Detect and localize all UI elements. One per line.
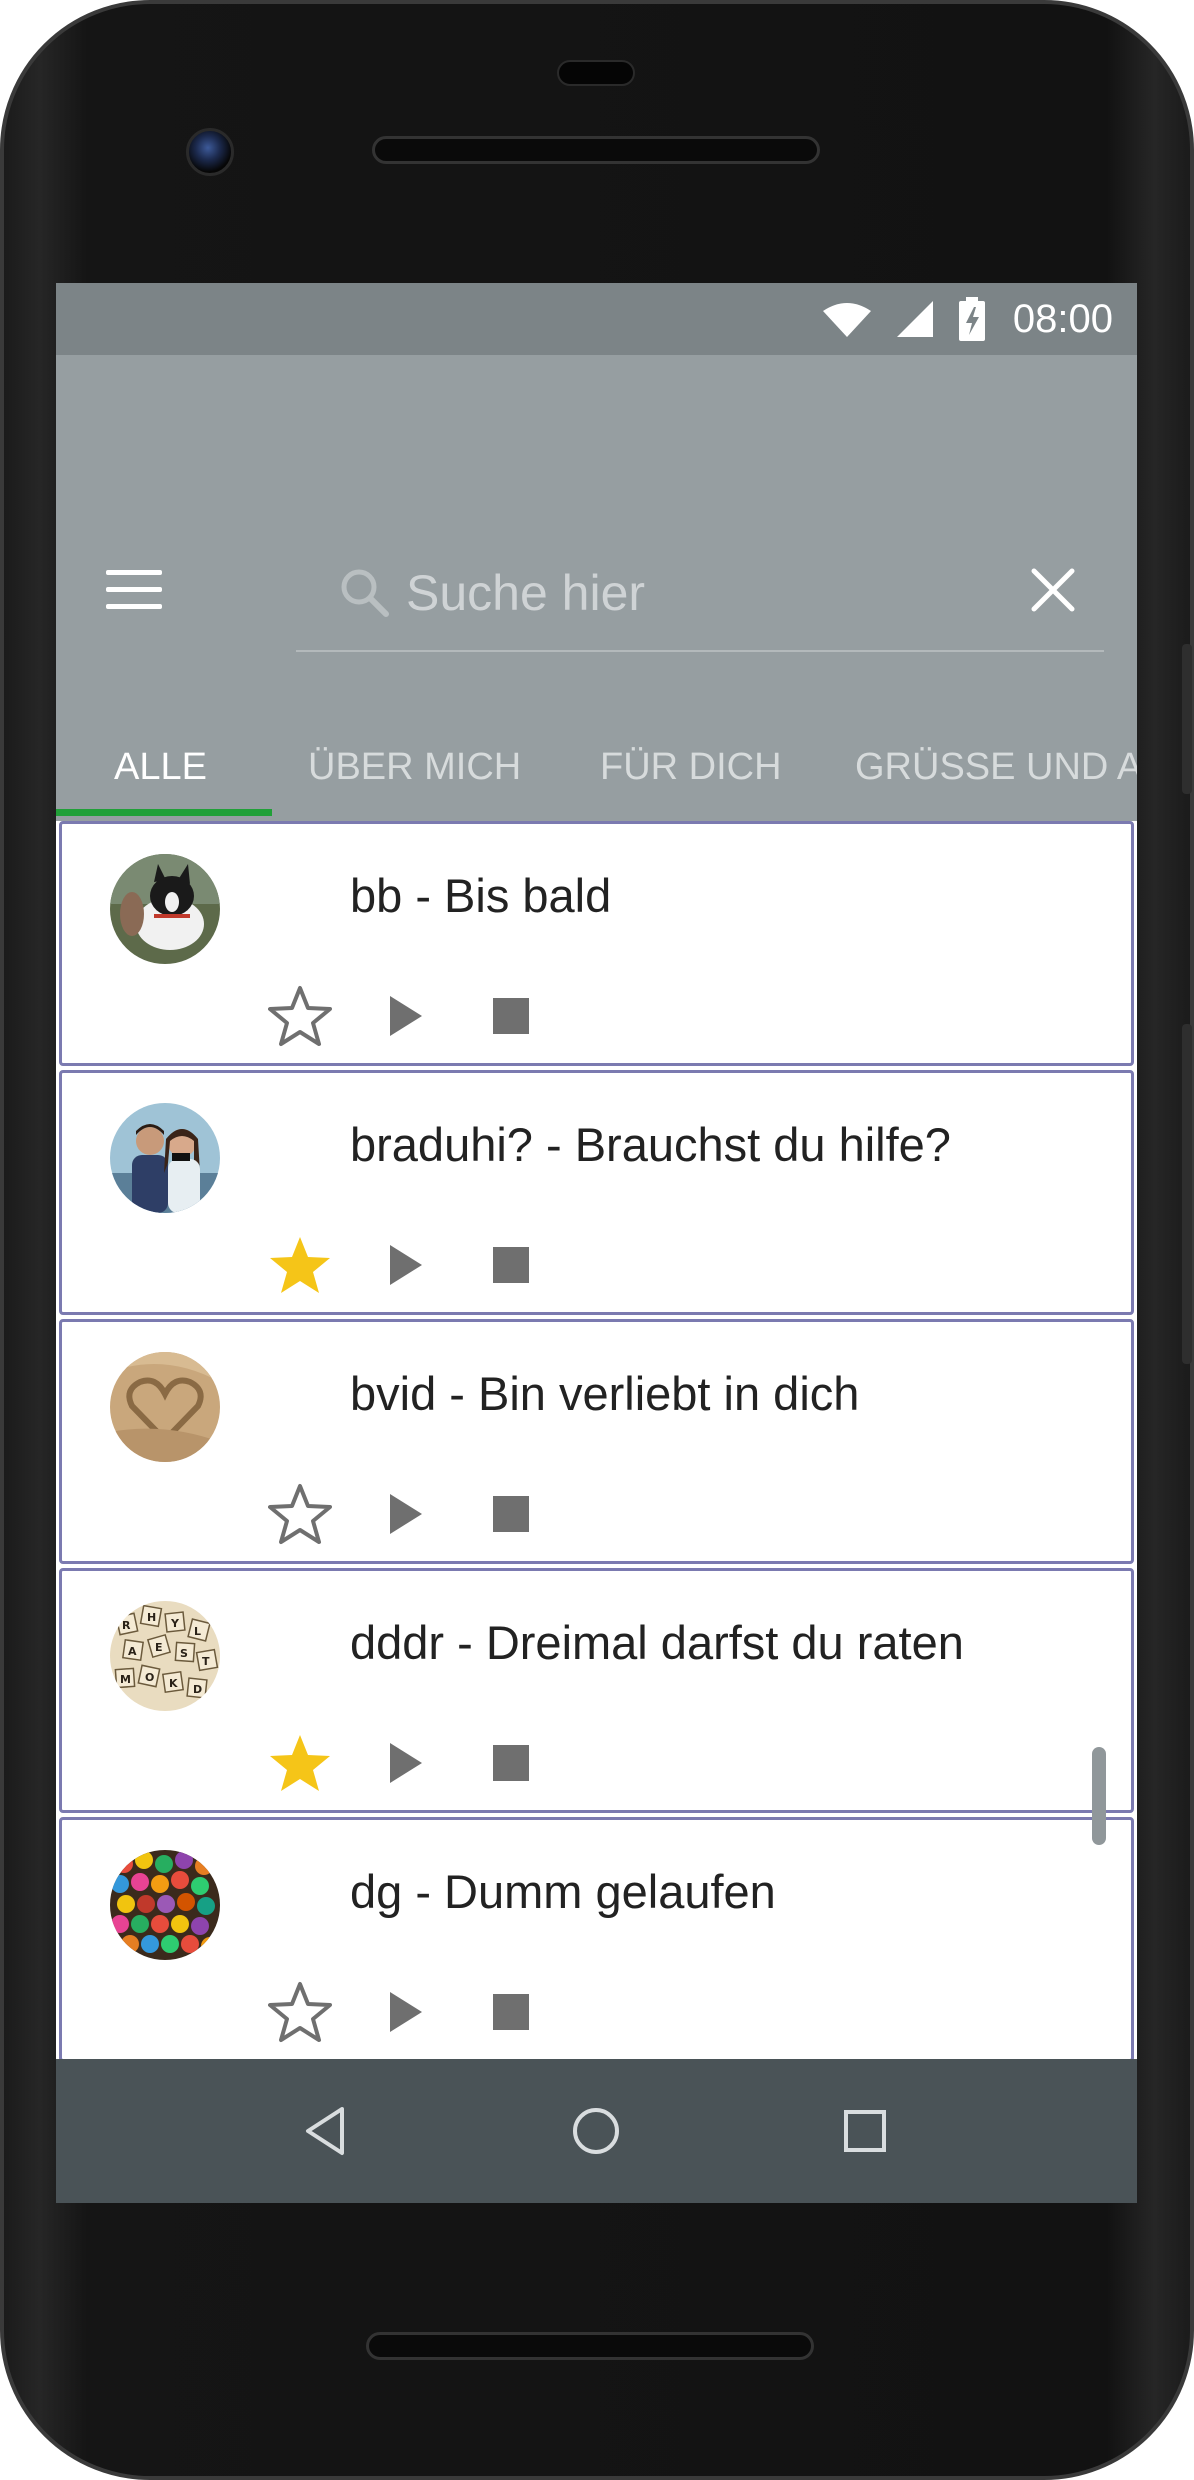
avatar — [110, 1103, 220, 1213]
avatar: R H Y L A E S T M O K D — [110, 1601, 220, 1711]
scrollbar[interactable] — [1092, 1747, 1106, 1845]
star-filled-icon[interactable] — [268, 1233, 332, 1297]
tab-ueber-mich[interactable]: ÜBER MICH — [308, 713, 521, 821]
list-item[interactable]: bb - Bis bald — [59, 821, 1134, 1066]
phone-frame: 08:00 ALLE ÜBER MICH FÜR DICH — [0, 0, 1194, 2480]
tab-alle[interactable]: ALLE — [114, 713, 207, 821]
navigation-bar — [56, 2059, 1137, 2203]
front-camera — [186, 128, 234, 176]
svg-text:E: E — [155, 1641, 163, 1654]
dog-photo — [110, 854, 220, 964]
svg-text:S: S — [180, 1647, 188, 1660]
avatar — [110, 854, 220, 964]
search-input[interactable] — [406, 558, 966, 628]
search-bar — [296, 530, 1104, 652]
svg-text:T: T — [202, 1655, 210, 1668]
star-filled-icon[interactable] — [268, 1731, 332, 1795]
back-icon[interactable] — [294, 2099, 358, 2163]
top-speaker — [372, 136, 820, 164]
list-item[interactable]: R H Y L A E S T M O K D dddr - Dreimal darfst du… — [59, 1568, 1134, 1813]
cell-signal-icon — [897, 301, 933, 337]
close-icon[interactable] — [1028, 565, 1078, 615]
bottom-speaker — [366, 2332, 814, 2360]
play-icon[interactable] — [372, 984, 436, 1048]
status-time: 08:00 — [1012, 297, 1113, 341]
couple-photo — [110, 1103, 220, 1213]
list-item[interactable]: bvid - Bin verliebt in dich — [59, 1319, 1134, 1564]
svg-text:K: K — [169, 1677, 178, 1690]
item-actions — [62, 1482, 1131, 1552]
star-outline-icon[interactable] — [268, 1980, 332, 2044]
item-title: bb - Bis bald — [350, 869, 612, 922]
stop-icon[interactable] — [479, 1731, 543, 1795]
play-icon[interactable] — [372, 1482, 436, 1546]
list-item[interactable]: braduhi? - Brauchst du hilfe? — [59, 1070, 1134, 1315]
tab-indicator — [56, 809, 272, 816]
star-outline-icon[interactable] — [268, 984, 332, 1048]
item-actions — [62, 1731, 1131, 1801]
svg-text:H: H — [147, 1611, 156, 1624]
tab-gruesse[interactable]: GRÜSSE UND A — [855, 713, 1137, 821]
list-item[interactable]: dg - Dumm gelaufen — [59, 1817, 1134, 2059]
item-title: braduhi? - Brauchst du hilfe? — [350, 1118, 951, 1171]
status-icons — [821, 297, 987, 341]
svg-text:D: D — [193, 1683, 202, 1696]
svg-text:R: R — [122, 1619, 131, 1632]
home-icon[interactable] — [564, 2099, 628, 2163]
wifi-icon — [823, 303, 871, 337]
category-tabs: ALLE ÜBER MICH FÜR DICH GRÜSSE UND A — [56, 713, 1137, 821]
sand-heart-photo — [110, 1352, 220, 1462]
avatar — [110, 1850, 220, 1960]
stop-icon[interactable] — [479, 984, 543, 1048]
hamburger-menu-icon[interactable] — [106, 570, 162, 610]
recents-icon[interactable] — [833, 2099, 897, 2163]
play-icon[interactable] — [372, 1233, 436, 1297]
search-icon — [341, 569, 389, 617]
item-title: dg - Dumm gelaufen — [350, 1865, 776, 1918]
letter-tiles-photo: R H Y L A E S T M O K D — [110, 1601, 220, 1711]
stop-icon[interactable] — [479, 1980, 543, 2044]
avatar — [110, 1352, 220, 1462]
stop-icon[interactable] — [479, 1482, 543, 1546]
play-icon[interactable] — [372, 1980, 436, 2044]
play-icon[interactable] — [372, 1731, 436, 1795]
earpiece-slot — [557, 60, 635, 86]
svg-text:A: A — [128, 1645, 137, 1658]
star-outline-icon[interactable] — [268, 1482, 332, 1546]
svg-text:M: M — [120, 1673, 131, 1686]
item-actions — [62, 984, 1131, 1054]
candy-photo — [110, 1850, 220, 1960]
item-title: dddr - Dreimal darfst du raten — [350, 1616, 964, 1669]
phrase-list: bb - Bis bald braduhi? - Brauchst du hil… — [56, 821, 1137, 2059]
item-title: bvid - Bin verliebt in dich — [350, 1367, 860, 1420]
tab-fuer-dich[interactable]: FÜR DICH — [600, 713, 782, 821]
stop-icon[interactable] — [479, 1233, 543, 1297]
status-bar: 08:00 — [56, 283, 1137, 355]
volume-button — [1182, 644, 1192, 794]
svg-text:Y: Y — [170, 1617, 180, 1630]
app-header: ALLE ÜBER MICH FÜR DICH GRÜSSE UND A — [56, 355, 1137, 821]
item-actions — [62, 1980, 1131, 2050]
power-button — [1182, 1024, 1192, 1364]
screen: 08:00 ALLE ÜBER MICH FÜR DICH — [56, 283, 1137, 2203]
svg-text:L: L — [194, 1625, 201, 1638]
battery-charging-icon — [959, 297, 985, 341]
item-actions — [62, 1233, 1131, 1303]
svg-text:O: O — [145, 1671, 154, 1684]
